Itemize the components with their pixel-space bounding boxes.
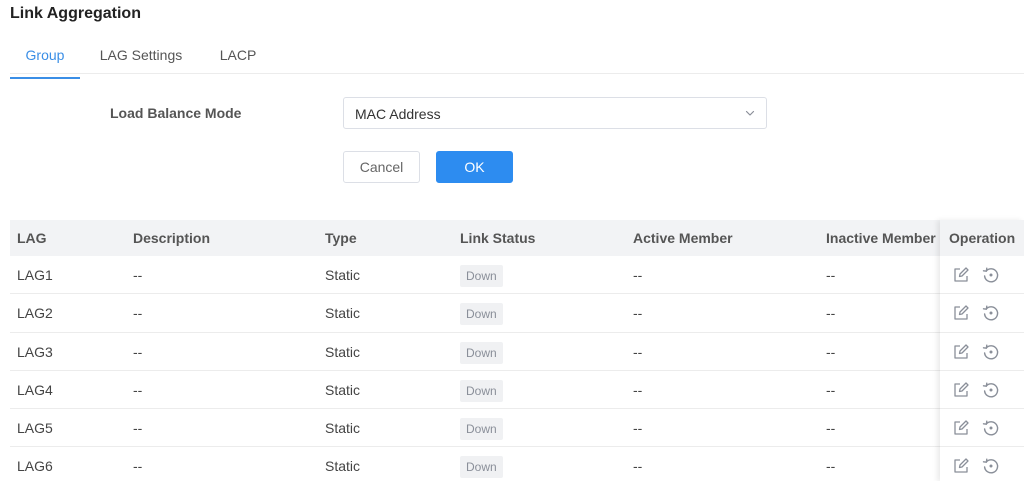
cell-type: Static [325,267,361,283]
cell-type: Static [325,458,361,475]
operation-cell [940,333,1024,371]
cell-description: -- [133,420,143,437]
cancel-button[interactable]: Cancel [343,151,420,183]
status-badge: Down [460,456,503,479]
edit-icon[interactable] [952,419,970,437]
table-row: LAG6 -- Static -- -- Down [10,447,1024,481]
status-badge: Down [460,341,503,364]
table-row: LAG3 -- Static -- -- Down [10,333,1024,371]
reset-icon[interactable] [982,381,1000,399]
header-link-status: Link Status [460,230,536,246]
table-row: LAG4 -- Static -- -- Down [10,371,1024,410]
operation-cell [940,409,1024,448]
cell-description: -- [133,267,143,283]
header-operation: Operation [940,220,1024,256]
cell-lag: LAG2 [17,305,53,322]
header-type: Type [325,230,357,246]
cell-inactive-member: -- [826,458,836,475]
edit-icon[interactable] [952,304,970,322]
cell-inactive-member: -- [826,420,836,437]
operation-column: Operation [940,220,1024,481]
cell-description: -- [133,305,143,322]
load-balance-mode-value: MAC Address [355,106,441,122]
tab-bar: Group LAG Settings LACP [10,40,1024,79]
status-badge: Down [460,379,503,402]
header-active-member: Active Member [633,230,733,246]
tab-lag-settings-label: LAG Settings [99,47,183,63]
load-balance-mode-label: Load Balance Mode [110,105,242,121]
cell-type: Static [325,343,361,360]
cell-type: Static [325,420,361,437]
cell-inactive-member: -- [826,343,836,360]
cell-lag: LAG6 [17,458,53,475]
lag-table: LAG Description Type Link Status Active … [10,220,1024,481]
cell-description: -- [133,343,143,360]
tab-active-indicator [10,77,80,79]
page-title: Link Aggregation [10,5,141,22]
edit-icon[interactable] [952,343,970,361]
cell-type: Static [325,305,361,322]
header-description: Description [133,230,211,246]
cell-lag: LAG3 [17,343,53,360]
ok-button[interactable]: OK [436,151,513,183]
edit-icon[interactable] [952,381,970,399]
chevron-down-icon [745,110,755,116]
table-row: LAG1 -- Static -- -- Down [10,256,1024,295]
tab-lacp-label: LACP [219,47,257,63]
operation-cells [940,256,1024,481]
table-header: LAG Description Type Link Status Active … [10,220,1024,256]
cell-active-member: -- [633,458,643,475]
edit-icon[interactable] [952,266,970,284]
cell-inactive-member: -- [826,267,836,283]
cell-active-member: -- [633,381,643,398]
table-row: LAG2 -- Static -- -- Down [10,294,1024,333]
reset-icon[interactable] [982,266,1000,284]
cell-inactive-member: -- [826,381,836,398]
cell-lag: LAG5 [17,420,53,437]
header-lag: LAG [17,230,47,246]
cell-lag: LAG1 [17,267,53,283]
status-badge: Down [460,418,503,441]
tab-lag-settings[interactable]: LAG Settings [98,46,184,74]
cell-active-member: -- [633,267,643,283]
load-balance-mode-select[interactable]: MAC Address [343,97,767,129]
cell-active-member: -- [633,343,643,360]
cell-inactive-member: -- [826,305,836,322]
reset-icon[interactable] [982,343,1000,361]
cell-active-member: -- [633,305,643,322]
operation-cell [940,294,1024,333]
status-badge: Down [460,303,503,326]
cell-lag: LAG4 [17,381,53,398]
cell-description: -- [133,381,143,398]
edit-icon[interactable] [952,457,970,475]
operation-cell [940,447,1024,481]
header-inactive-member: Inactive Member [826,230,936,246]
reset-icon[interactable] [982,419,1000,437]
cell-description: -- [133,458,143,475]
status-badge: Down [460,265,503,287]
reset-icon[interactable] [982,304,1000,322]
tab-lacp[interactable]: LACP [217,46,259,74]
operation-cell [940,371,1024,410]
tab-group-label: Group [25,47,65,63]
reset-icon[interactable] [982,457,1000,475]
cell-active-member: -- [633,420,643,437]
cell-type: Static [325,381,361,398]
tab-group[interactable]: Group [10,46,80,79]
table-body: LAG1 -- Static -- -- Down LAG2 -- Static -- -- Down… [10,256,1024,481]
operation-cell [940,256,1024,295]
table-row: LAG5 -- Static -- -- Down [10,409,1024,448]
